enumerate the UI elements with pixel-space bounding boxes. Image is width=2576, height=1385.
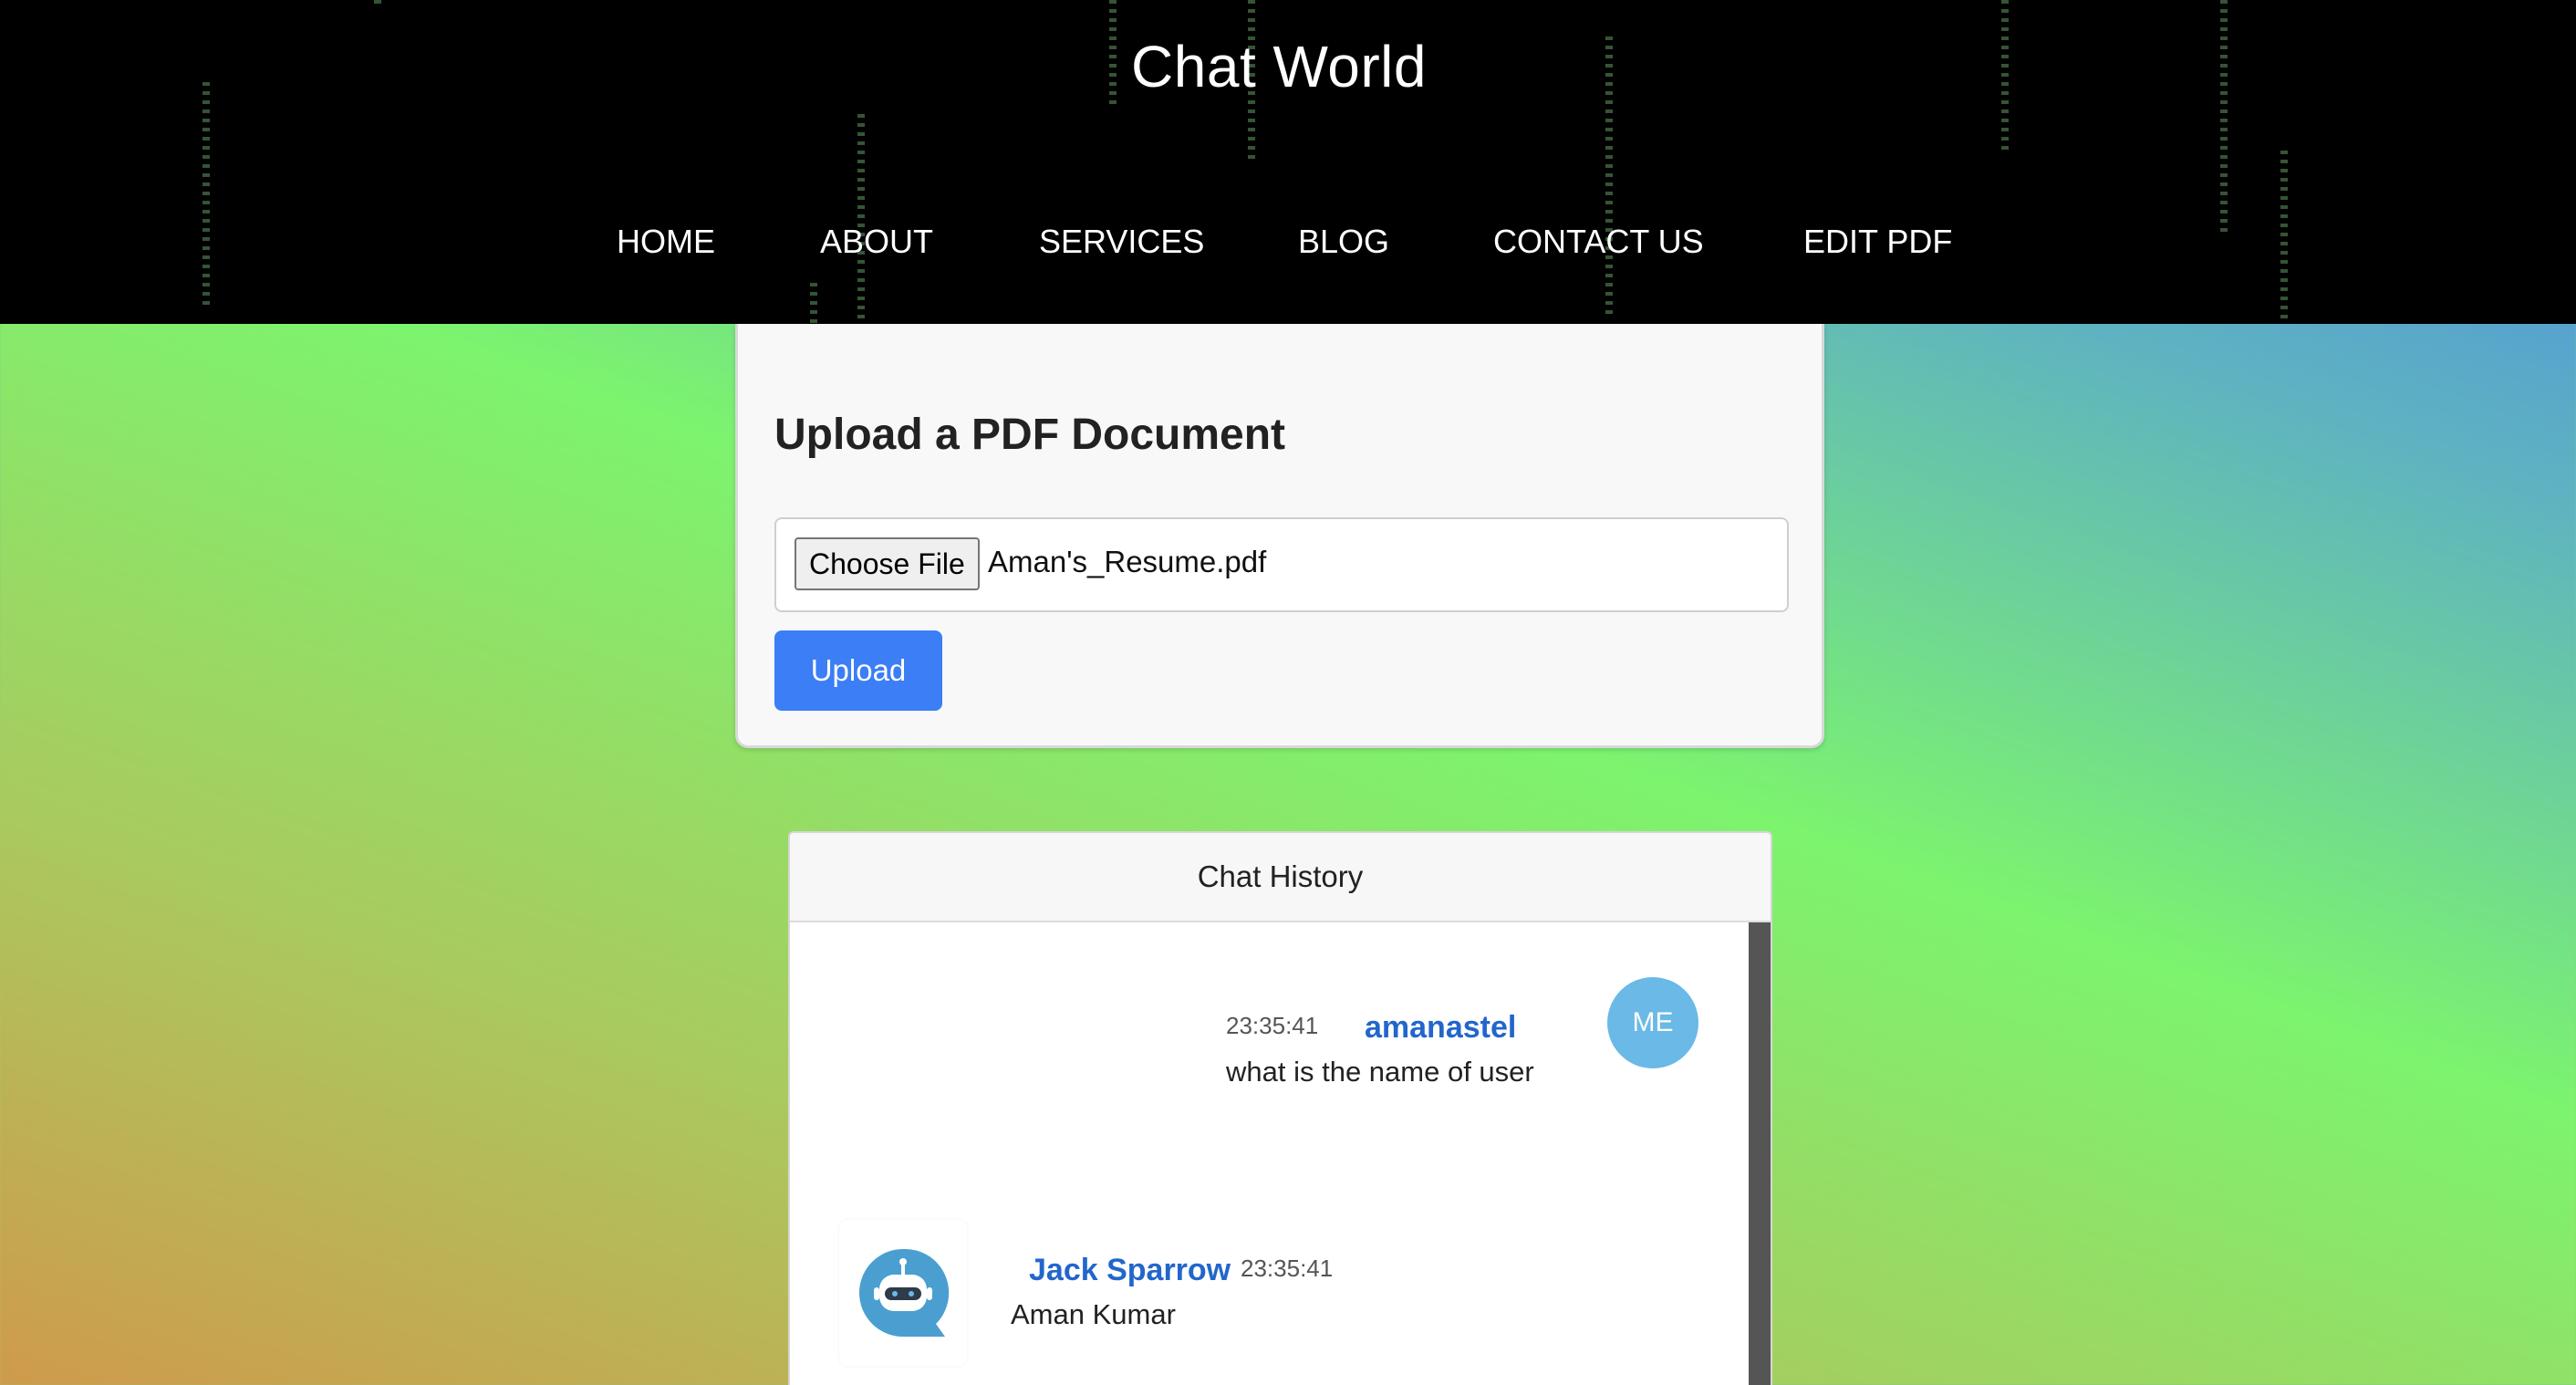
matrix-rain-decoration <box>203 82 210 310</box>
nav-item-contact-us[interactable]: CONTACT US <box>1493 223 1704 261</box>
site-title: Chat World <box>1131 34 1427 99</box>
matrix-rain-decoration <box>857 114 865 324</box>
message-text: what is the name of user <box>1226 1056 1534 1088</box>
upload-button[interactable]: Upload <box>774 630 942 711</box>
message-timestamp: 23:35:41 <box>1241 1255 1334 1282</box>
site-header: Chat World HOME ABOUT SERVICES BLOG CONT… <box>0 0 2576 324</box>
main-nav: HOME ABOUT SERVICES BLOG CONTACT US EDIT… <box>0 223 2576 268</box>
avatar: ME <box>1607 977 1698 1068</box>
file-input[interactable]: Choose File Aman's_Resume.pdf <box>774 517 1789 612</box>
message-username: amanastel <box>1365 1010 1517 1045</box>
chat-scrollbar[interactable] <box>1749 922 1771 1385</box>
message-timestamp: 23:35:41 <box>1226 1012 1319 1039</box>
robot-chat-icon <box>859 1248 950 1337</box>
matrix-rain-decoration <box>374 0 381 7</box>
message-text: Aman Kumar <box>1011 1298 1176 1330</box>
nav-item-about[interactable]: ABOUT <box>820 223 933 261</box>
chat-history-panel: Chat History 23:35:41 amanastel what is … <box>788 831 1772 1385</box>
selected-file-name: Aman's_Resume.pdf <box>988 545 1267 578</box>
nav-item-services[interactable]: SERVICES <box>1039 223 1204 261</box>
bot-avatar <box>839 1220 967 1366</box>
choose-file-button[interactable]: Choose File <box>795 537 980 590</box>
nav-item-blog[interactable]: BLOG <box>1298 223 1389 261</box>
upload-title: Upload a PDF Document <box>774 411 1286 459</box>
matrix-rain-decoration <box>810 283 817 324</box>
nav-item-home[interactable]: HOME <box>617 223 715 261</box>
nav-item-edit-pdf[interactable]: EDIT PDF <box>1803 223 1952 261</box>
message-username: Jack Sparrow <box>1029 1253 1231 1287</box>
upload-card: Upload a PDF Document Choose File Aman's… <box>735 324 1824 748</box>
chat-history-title: Chat History <box>790 833 1771 922</box>
